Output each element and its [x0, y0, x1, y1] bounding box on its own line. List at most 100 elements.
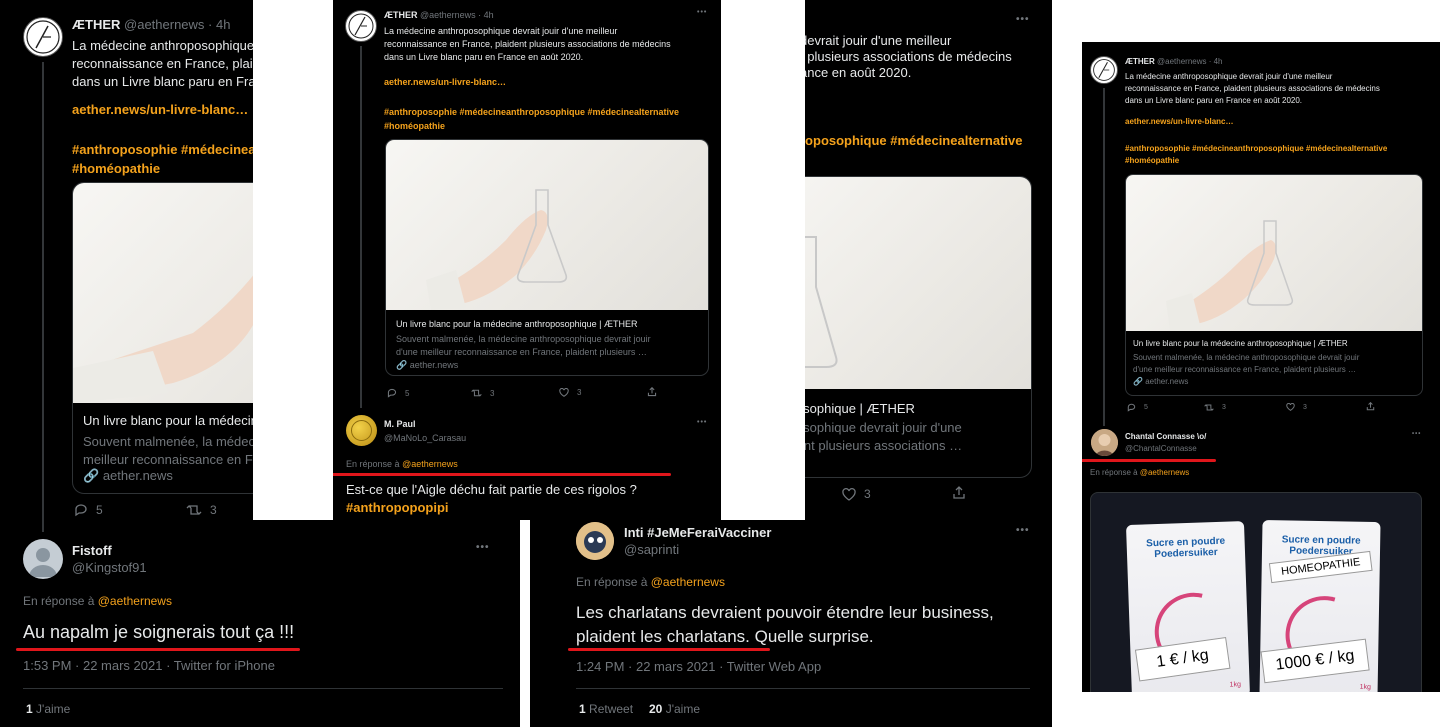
reply-handle[interactable]: @saprinti	[624, 542, 679, 557]
replying-to-handle[interactable]: @aethernews	[1140, 468, 1189, 477]
tweet-hashtags[interactable]: #anthroposophie #médecineanthroposophiqu…	[1125, 143, 1387, 167]
card-desc-line: d'une meilleur reconnaissance en France,…	[1133, 365, 1356, 374]
tweet-hashtags[interactable]: #anthroposophie #médecineant #homéopathi…	[72, 140, 268, 178]
replying-to: En réponse à @aethernews	[576, 575, 725, 589]
reply-photo[interactable]: Sucre en poudre Poedersuiker 1 € / kg 1k…	[1090, 492, 1422, 692]
retweet-action[interactable]: 3	[471, 388, 494, 398]
author-handle-time[interactable]: @aethernews · 4h	[420, 10, 494, 20]
red-underline	[333, 473, 671, 476]
more-options-icon[interactable]: •••	[1016, 14, 1030, 25]
replying-to-handle[interactable]: @aethernews	[402, 459, 458, 469]
like-action[interactable]: 3	[1286, 403, 1307, 411]
link-card[interactable]: Un livre blanc pour la médecine anthropo…	[1125, 174, 1423, 396]
more-options-icon[interactable]: •••	[476, 542, 490, 553]
more-options-icon[interactable]: •••	[1412, 431, 1421, 437]
retweet-action[interactable]: 3	[1204, 403, 1226, 412]
share-action[interactable]	[1366, 402, 1375, 411]
card-desc-line: Souvent malmenée, la médecine anthroposo…	[396, 334, 651, 344]
card-domain[interactable]: 🔗 aether.news	[1133, 377, 1416, 386]
reply-action[interactable]: 5	[74, 503, 103, 517]
reply-meta[interactable]: 1:53 PM · 22 mars 2021 · Twitter for iPh…	[23, 658, 275, 673]
hashtags-line[interactable]: #homéopathie	[1125, 155, 1387, 167]
retweet-action[interactable]: 3	[186, 503, 217, 517]
red-underline	[1082, 459, 1216, 462]
author-name[interactable]: ÆTHER	[384, 10, 418, 20]
tweet-header: ÆTHER @aethernews · 4h	[1125, 57, 1223, 66]
link-icon: 🔗	[83, 468, 100, 483]
default-avatar-icon	[29, 548, 57, 577]
reply-author[interactable]: Fistoff	[72, 543, 112, 558]
retweet-icon	[1204, 404, 1214, 411]
screenshot-panel-chantal-frame: ÆTHER @aethernews · 4h La médecine anthr…	[1082, 0, 1440, 727]
reply-action[interactable]: 5	[387, 388, 409, 398]
fistoff-avatar[interactable]	[23, 539, 63, 579]
aether-avatar[interactable]	[23, 17, 63, 57]
link-card[interactable]: Un livre blanc pour la médecine anthropo…	[385, 139, 709, 376]
tweet-link[interactable]: aether.news/un-livre-blanc…	[1125, 117, 1233, 126]
mpaul-avatar[interactable]	[346, 415, 377, 446]
retweets-count: 1	[579, 702, 586, 716]
like-action[interactable]: 3	[842, 487, 871, 501]
like-action[interactable]: 3	[559, 388, 581, 397]
card-domain[interactable]: 🔗 aether.news	[396, 360, 702, 371]
author-handle-time[interactable]: @aethernews · 4h	[1157, 57, 1223, 66]
reply-handle[interactable]: @Kingstof91	[72, 560, 147, 575]
aether-avatar[interactable]	[345, 10, 377, 42]
author-name[interactable]: ÆTHER	[72, 17, 120, 32]
thread-line	[360, 46, 362, 408]
retweets-stat[interactable]: 1 Retweet	[579, 702, 633, 716]
reply-action[interactable]: 5	[1127, 403, 1148, 412]
reply-handle[interactable]: @ChantalConnasse	[1125, 444, 1197, 453]
reply-author[interactable]: Chantal Connasse \o/	[1125, 432, 1206, 441]
reply-author[interactable]: Inti #JeMeFeraiVacciner	[624, 525, 771, 540]
author-name[interactable]: ÆTHER	[1125, 57, 1155, 66]
share-icon	[647, 387, 657, 397]
inti-avatar[interactable]	[576, 522, 614, 560]
hashtags-line[interactable]: #homéopathie	[384, 119, 679, 133]
card-domain-text: aether.news	[409, 360, 459, 370]
replying-to-handle[interactable]: @aethernews	[98, 594, 172, 608]
chantal-avatar[interactable]	[1091, 429, 1118, 456]
tweet-text: La médecine anthroposophique reconnaissa…	[72, 37, 260, 91]
author-handle-time[interactable]: @aethernews · 4h	[124, 17, 230, 32]
thread-line	[42, 62, 44, 532]
likes-stat[interactable]: 20 J'aime	[649, 702, 700, 716]
tweet-text: devrait jouir d'une meilleur t plusieurs…	[800, 33, 1012, 81]
reply-text-line: plaident les charlatans. Quelle surprise…	[576, 627, 874, 646]
hashtags-line[interactable]: #homéopathie	[72, 159, 268, 178]
aether-avatar[interactable]	[1090, 56, 1118, 84]
divider	[23, 688, 503, 689]
reply-meta[interactable]: 1:24 PM · 22 mars 2021 · Twitter Web App	[576, 659, 821, 674]
card-title[interactable]: Un livre blanc pour la médecine anthropo…	[1133, 339, 1416, 348]
reply-author[interactable]: M. Paul	[384, 419, 416, 429]
reply-hashtag[interactable]: #anthropopopipi	[346, 499, 637, 517]
card-title[interactable]: Un livre blanc pour la médecine anthropo…	[396, 319, 702, 329]
like-count: 3	[864, 487, 871, 501]
hashtags-line[interactable]: #anthroposophie #médecineanthroposophiqu…	[384, 105, 679, 119]
share-action[interactable]	[647, 387, 657, 397]
tweet-text-line: ance en août 2020.	[800, 65, 912, 80]
hand-flask-image	[426, 189, 568, 310]
share-action[interactable]	[952, 486, 966, 500]
tweet-link[interactable]: aether.news/un-livre-blanc…	[72, 102, 248, 117]
sugar-bag-right: Sucre en poudre Poedersuiker HOMEOPATHIE…	[1259, 519, 1381, 692]
reply-icon	[1127, 403, 1136, 412]
likes-stat[interactable]: 1 J'aime	[26, 702, 70, 716]
like-count: 3	[577, 388, 582, 397]
card-description: Souvent malmenée, la médecine anthroposo…	[396, 333, 702, 359]
tweet-link[interactable]: aether.news/un-livre-blanc…	[384, 77, 506, 87]
more-options-icon[interactable]: •••	[697, 9, 707, 16]
reply-text-line: Est-ce que l'Aigle déchu fait partie de …	[346, 482, 637, 497]
tweet-hashtags[interactable]: roposophique #médecinealternative	[800, 133, 1023, 148]
hashtags-line[interactable]: #anthroposophie #médecineanthroposophiqu…	[1125, 143, 1387, 155]
more-options-icon[interactable]: •••	[1016, 525, 1030, 536]
hashtags-line[interactable]: #anthroposophie #médecineant	[72, 140, 268, 159]
replying-to-handle[interactable]: @aethernews	[651, 575, 725, 589]
reply-handle[interactable]: @MaNoLo_Carasau	[384, 433, 466, 443]
more-options-icon[interactable]: •••	[697, 419, 707, 426]
card-image	[386, 140, 708, 310]
tweet-text-line: reconnaissance en France, plaident plusi…	[1125, 84, 1380, 93]
reply-icon	[75, 504, 87, 517]
tweet-text-line: devrait jouir d'une meilleur	[800, 33, 952, 48]
tweet-hashtags[interactable]: #anthroposophie #médecineanthroposophiqu…	[384, 105, 679, 133]
